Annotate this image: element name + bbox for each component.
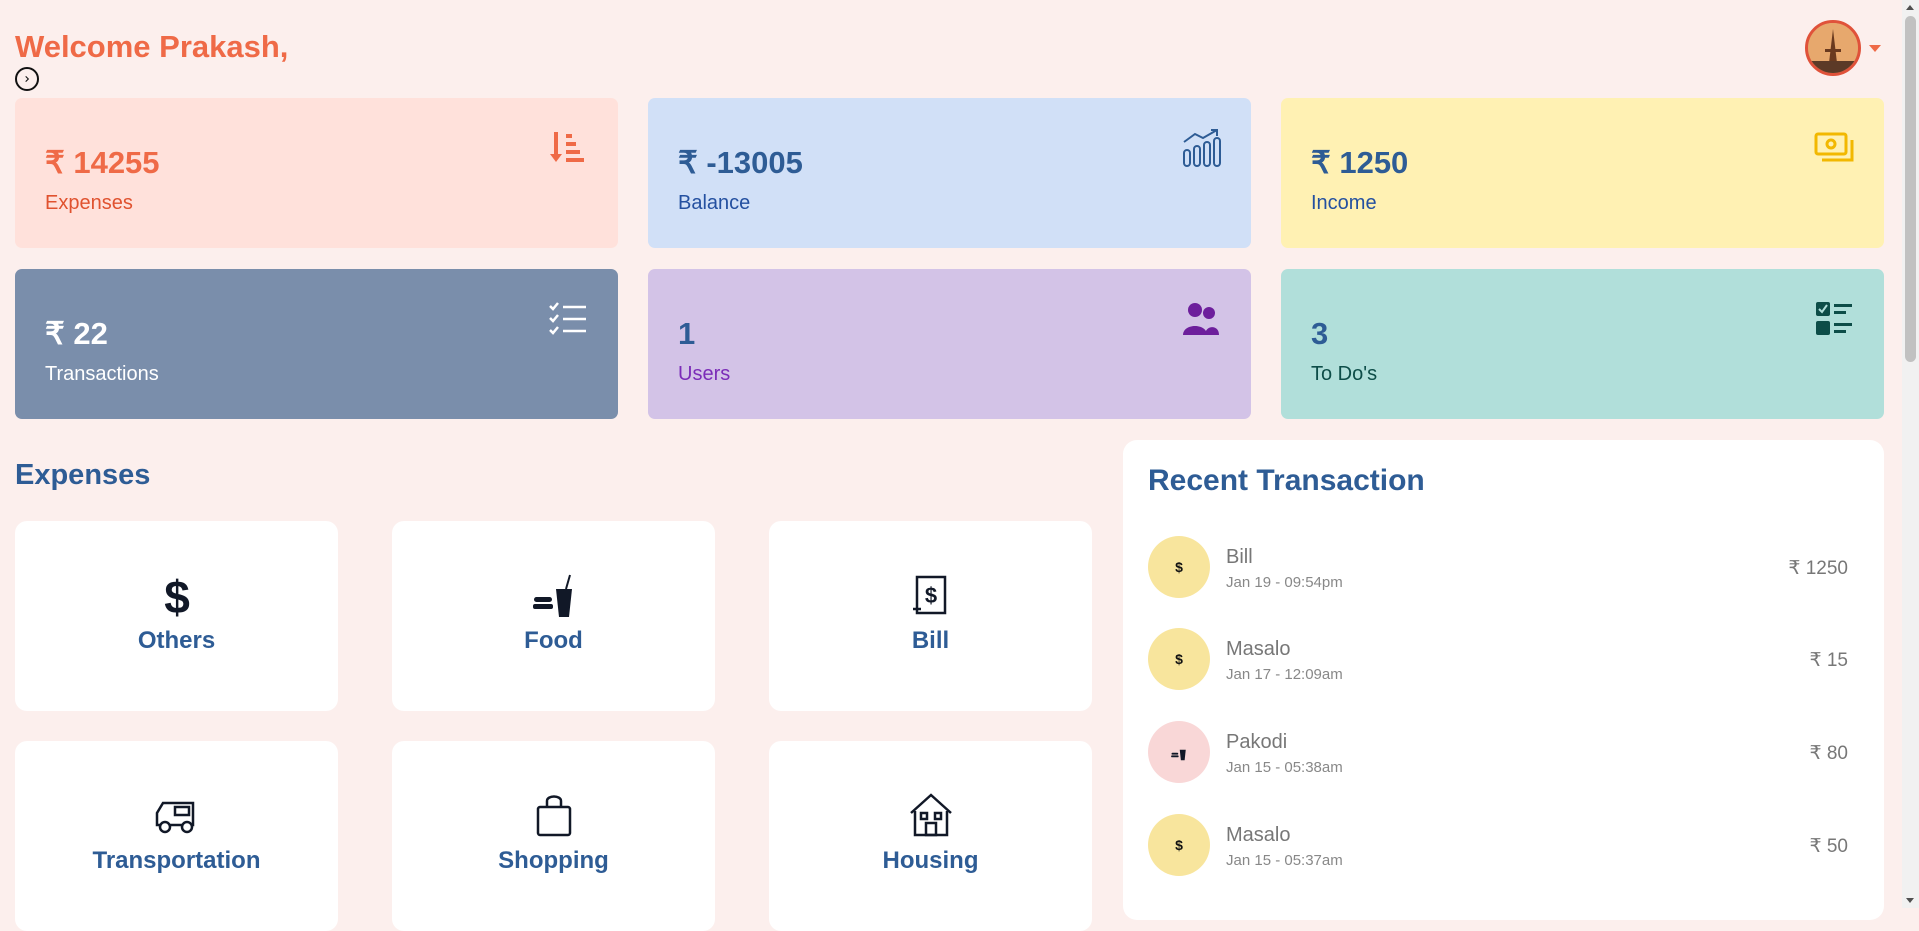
transaction-date: Jan 15 - 05:37am [1226, 852, 1343, 869]
transaction-date: Jan 17 - 12:09am [1226, 666, 1343, 683]
transaction-row[interactable]: $ Masalo Jan 15 - 05:37am ₹ 50 [1148, 814, 1848, 878]
stat-label: To Do's [1311, 363, 1378, 385]
stat-label: Transactions [45, 363, 159, 385]
svg-text:$: $ [924, 583, 936, 608]
stat-value: ₹ -13005 [678, 145, 803, 180]
scroll-thumb[interactable] [1905, 16, 1916, 362]
category-name: Transportation [92, 847, 261, 874]
transaction-amount: ₹ 50 [1809, 836, 1848, 857]
chevron-right-icon [25, 75, 30, 83]
dollar-icon: $ [1148, 536, 1210, 598]
users-icon [1183, 303, 1219, 335]
stat-value: ₹ 1250 [1311, 145, 1409, 180]
category-name: Others [137, 627, 216, 654]
vertical-scrollbar[interactable] [1902, 0, 1919, 908]
transaction-date: Jan 19 - 09:54pm [1226, 574, 1343, 591]
welcome-heading: Welcome Prakash, [15, 29, 289, 64]
stat-value: 1 [678, 316, 696, 351]
stat-card-balance: ₹ -13005 Balance [648, 98, 1251, 248]
stat-card-income: ₹ 1250 Income [1281, 98, 1884, 248]
category-card-transportation[interactable]: Transportation [15, 741, 338, 931]
sort-descending-icon [550, 132, 584, 162]
transaction-amount: ₹ 80 [1809, 743, 1848, 764]
stat-label: Users [678, 363, 731, 385]
category-name: Shopping [498, 847, 609, 874]
stat-card-expenses: ₹ 14255 Expenses [15, 98, 618, 248]
scroll-up-icon[interactable] [1906, 5, 1914, 10]
category-card-shopping[interactable]: Shopping [392, 741, 715, 931]
recent-transactions-panel: Recent Transaction $ Bill Jan 19 - 09:54… [1123, 440, 1884, 920]
scroll-down-icon[interactable] [1906, 898, 1914, 903]
dollar-icon: $ [1148, 814, 1210, 876]
stat-card-users: 1 Users [648, 269, 1251, 419]
transaction-name: Pakodi [1226, 731, 1288, 753]
transaction-amount: ₹ 1250 [1788, 558, 1848, 579]
avatar[interactable] [1805, 20, 1861, 76]
stat-label: Balance [678, 192, 751, 214]
transaction-row[interactable]: $ Masalo Jan 17 - 12:09am ₹ 15 [1148, 628, 1848, 692]
dollar-icon: $ [164, 571, 190, 619]
transaction-amount: ₹ 15 [1809, 650, 1848, 671]
transaction-row[interactable]: $ Bill Jan 19 - 09:54pm ₹ 1250 [1148, 536, 1848, 600]
category-card-food[interactable]: Food [392, 521, 715, 711]
stat-label: Expenses [45, 192, 133, 214]
shopping-bag-icon [536, 795, 571, 837]
expenses-section-title: Expenses [15, 459, 151, 491]
category-name: Housing [882, 847, 979, 874]
chevron-down-icon[interactable] [1869, 44, 1881, 52]
stat-value: ₹ 14255 [45, 145, 160, 180]
truck-icon [155, 801, 194, 834]
food-drink-glyph [1171, 749, 1186, 761]
stat-card-transactions: ₹ 22 Transactions [15, 269, 618, 419]
checklist-icon [549, 302, 586, 335]
category-name: Bill [911, 627, 950, 654]
stat-value: 3 [1311, 316, 1329, 351]
stat-value: ₹ 22 [45, 316, 108, 351]
category-card-others[interactable]: $ Others [15, 521, 338, 711]
avatar-image-icon [1808, 23, 1858, 73]
user-menu[interactable] [1805, 20, 1881, 76]
transaction-name: Masalo [1226, 824, 1291, 846]
dollar-icon: $ [1148, 628, 1210, 690]
category-card-bill[interactable]: $ Bill [769, 521, 1092, 711]
recent-transactions-title: Recent Transaction [1148, 464, 1425, 497]
svg-text:$: $ [164, 571, 190, 619]
food-drink-icon [532, 574, 572, 617]
stat-label: Income [1311, 192, 1377, 214]
transaction-date: Jan 15 - 05:38am [1226, 759, 1343, 776]
money-icon [1814, 132, 1854, 162]
transaction-name: Masalo [1226, 638, 1291, 660]
stat-card-todos: 3 To Do's [1281, 269, 1884, 419]
transaction-name: Bill [1226, 546, 1253, 568]
category-card-housing[interactable]: Housing [769, 741, 1092, 931]
house-icon [909, 793, 952, 837]
todo-list-icon [1816, 302, 1852, 335]
food-drink-icon [1148, 721, 1210, 783]
sidebar-toggle-button[interactable] [15, 67, 39, 91]
bar-chart-growth-icon [1183, 129, 1221, 167]
category-name: Food [524, 627, 583, 654]
transaction-row[interactable]: Pakodi Jan 15 - 05:38am ₹ 80 [1148, 721, 1848, 785]
bill-receipt-icon: $ [912, 575, 946, 615]
